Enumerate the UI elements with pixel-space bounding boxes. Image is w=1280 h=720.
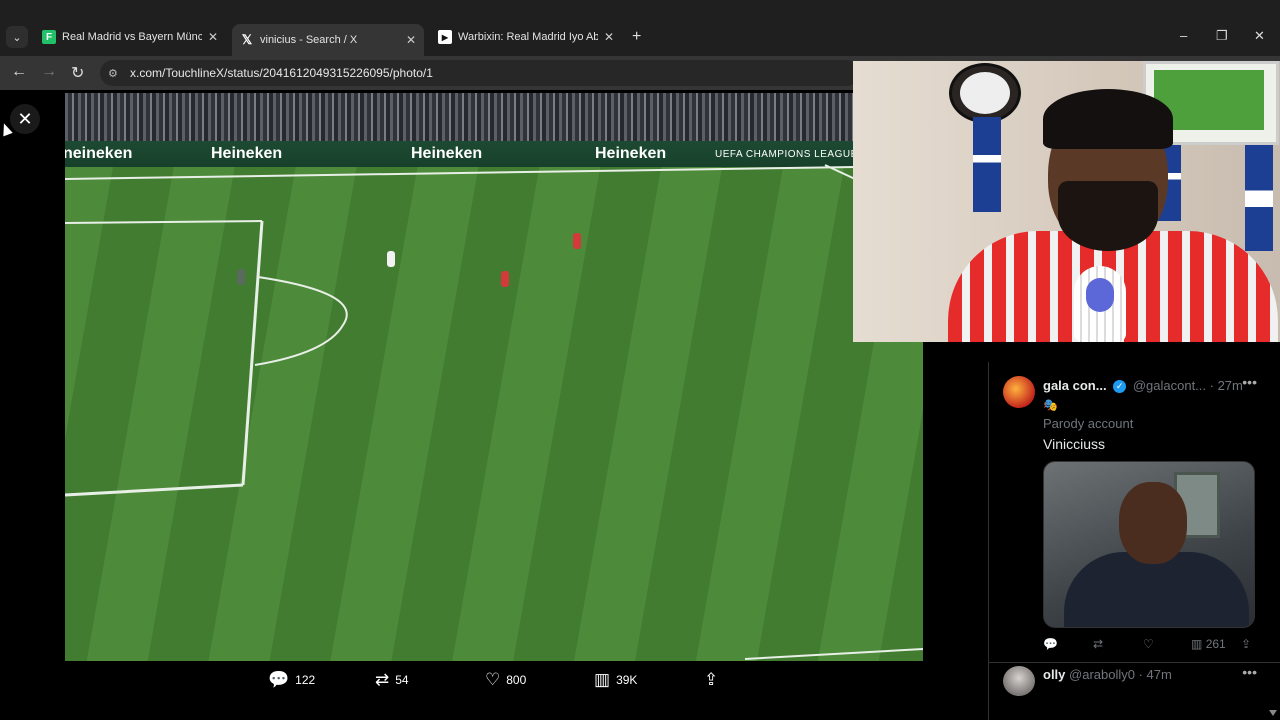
analytics-icon: ▥ (594, 670, 611, 689)
real-madrid-player (387, 251, 395, 267)
tweet-olly[interactable]: olly @arabolly0 · 47m ••• (989, 662, 1280, 720)
repost-icon[interactable]: ⇄ (1093, 637, 1103, 651)
tweet-image[interactable] (1043, 461, 1255, 628)
close-photo-button[interactable]: ✕ (10, 104, 40, 134)
x-logo-icon: 𝕏 (241, 32, 253, 47)
microphone (1074, 266, 1126, 342)
author-name[interactable]: olly (1043, 667, 1065, 682)
reply-icon: 💬 (268, 670, 290, 689)
reply-button[interactable]: 💬 122 (268, 670, 315, 690)
tweet-header: gala con... ✓ @galacont... · 27m (1043, 378, 1243, 394)
heart-icon: ♡ (485, 670, 501, 689)
chelsea-scarf (973, 117, 1001, 212)
share-button[interactable]: ⇪ (704, 670, 724, 690)
repost-icon: ⇄ (375, 670, 390, 689)
close-tab-icon[interactable]: ✕ (604, 30, 614, 44)
more-options-icon[interactable]: ••• (1242, 374, 1257, 390)
search-timeline: gala con... ✓ @galacont... · 27m ••• 🎭 P… (988, 362, 1280, 720)
webcam-overlay (853, 61, 1280, 342)
repost-button[interactable]: ⇄ 54 (375, 670, 409, 690)
like-count: 800 (506, 673, 527, 687)
heart-icon[interactable]: ♡ (1143, 637, 1154, 651)
reply-icon[interactable]: 💬 (1043, 637, 1058, 651)
goalkeeper-player (237, 269, 245, 285)
tab-strip: ⌄ F Real Madrid vs Bayern München ✕ 𝕏 vi… (0, 0, 1280, 56)
back-arrow-icon[interactable]: ← (11, 63, 27, 81)
bayern-player (573, 233, 581, 249)
tab-title: Warbixin: Real Madrid Iyo Abbo (458, 31, 598, 43)
forward-arrow-icon[interactable]: → (41, 63, 57, 81)
close-tab-icon[interactable]: ✕ (406, 33, 416, 47)
flashscore-icon: F (42, 30, 56, 44)
analytics-icon: ▥ (1191, 637, 1203, 651)
author-handle[interactable]: @arabolly0 (1069, 667, 1135, 682)
microphone-grill (1086, 278, 1114, 312)
chelsea-scarf (1245, 141, 1273, 251)
photo-action-bar: 💬 122 ⇄ 54 ♡ 800 ▥ 39K ⇪ (268, 670, 728, 692)
wall-clock (949, 63, 1021, 123)
close-icon: ✕ (17, 108, 33, 129)
like-button[interactable]: ♡ 800 (485, 670, 526, 690)
tab-warbixin[interactable]: ▶ Warbixin: Real Madrid Iyo Abbo ✕ (430, 26, 622, 48)
tweet-action-bar: 💬 ⇄ ♡ ▥ 261 ⇪ (1043, 637, 1258, 655)
site-settings-icon[interactable]: ⚙ (108, 67, 122, 80)
more-options-icon[interactable]: ••• (1242, 664, 1257, 680)
avatar[interactable] (1003, 666, 1035, 696)
author-name[interactable]: gala con... (1043, 378, 1107, 393)
share-icon[interactable]: ⇪ (1241, 637, 1251, 651)
play-icon: ▶ (438, 30, 452, 44)
tweet-gala[interactable]: gala con... ✓ @galacont... · 27m ••• 🎭 P… (989, 362, 1280, 663)
verified-badge-icon: ✓ (1113, 380, 1127, 394)
author-handle[interactable]: @galacont... (1133, 378, 1206, 393)
tab-search-chevron-icon[interactable]: ⌄ (6, 26, 28, 48)
tab-title: Real Madrid vs Bayern München (62, 31, 202, 43)
views-button[interactable]: ▥ 261 (1191, 637, 1226, 651)
tab-vinicius-search[interactable]: 𝕏 vinicius - Search / X ✕ (232, 24, 424, 56)
url-text[interactable]: x.com/TouchlineX/status/2041612049315226… (130, 66, 433, 80)
repost-count: 54 (395, 673, 409, 687)
close-tab-icon[interactable]: ✕ (208, 30, 218, 44)
views-button[interactable]: ▥ 39K (594, 670, 637, 690)
tweet-time[interactable]: · 47m (1139, 667, 1172, 682)
scroll-down-icon[interactable] (1269, 710, 1277, 716)
person-face (1119, 482, 1187, 564)
minimize-icon[interactable]: – (1180, 28, 1187, 43)
new-tab-button[interactable]: + (632, 28, 641, 46)
streamer-beard (1058, 181, 1158, 251)
tab-title: vinicius - Search / X (260, 34, 358, 46)
bayern-player (501, 271, 509, 287)
close-window-icon[interactable]: ✕ (1254, 28, 1265, 44)
pitch-markings (65, 164, 923, 660)
address-bar[interactable]: ⚙ x.com/TouchlineX/status/20416120493152… (100, 60, 860, 86)
streamer-hair (1043, 89, 1173, 149)
reply-count: 122 (295, 673, 316, 687)
match-photo[interactable]: neineken Heineken Heineken Heineken UEFA… (65, 93, 923, 661)
avatar[interactable] (1003, 376, 1035, 408)
theater-mask-icon: 🎭 (1043, 398, 1058, 412)
clock-face (960, 72, 1010, 114)
share-icon: ⇪ (704, 670, 719, 689)
tweet-time[interactable]: · 27m (1210, 378, 1243, 393)
tab-real-madrid-bayern[interactable]: F Real Madrid vs Bayern München ✕ (34, 26, 226, 48)
view-count: 39K (616, 673, 638, 687)
tweet-header: olly @arabolly0 · 47m (1043, 667, 1172, 682)
reload-icon[interactable]: ↻ (71, 63, 84, 83)
tweet-text: Vinicciuss (1043, 436, 1105, 452)
parody-label: Parody account (1043, 416, 1134, 431)
restore-icon[interactable]: ❐ (1216, 28, 1228, 44)
view-count: 261 (1205, 637, 1226, 651)
